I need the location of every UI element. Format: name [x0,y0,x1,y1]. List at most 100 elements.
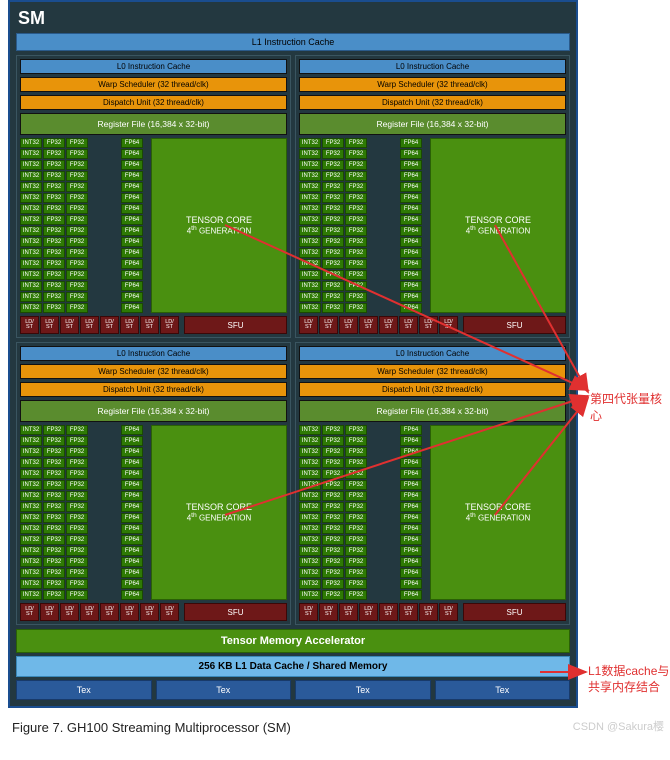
int32-core: INT32 [299,469,321,479]
fp32-core: FP32 [66,171,88,181]
fp32-core: FP32 [322,138,344,148]
watermark: CSDN @Sakura樱 [573,718,664,734]
sfu-unit: SFU [184,603,287,621]
fp64-core: FP64 [121,579,143,589]
fp32-core: FP32 [66,204,88,214]
ldst-row: LD/STLD/STLD/STLD/STLD/STLD/STLD/STLD/ST… [20,603,287,621]
fp64-core: FP64 [400,568,422,578]
register-file: Register File (16,384 x 32-bit) [20,400,287,422]
ldst-unit: LD/ST [20,316,39,334]
fp32-core: FP32 [66,292,88,302]
processing-partition: L0 Instruction CacheWarp Scheduler (32 t… [16,342,291,625]
int32-core: INT32 [299,535,321,545]
int32-core: INT32 [299,193,321,203]
fp64-core: FP64 [121,149,143,159]
fp32-core: FP32 [43,491,65,501]
fp64-core: FP64 [400,204,422,214]
fp32-core: FP32 [322,535,344,545]
int32-core: INT32 [299,149,321,159]
fp64-core: FP64 [121,546,143,556]
fp64-core: FP64 [400,171,422,181]
fp32-core: FP32 [43,480,65,490]
fp64-core: FP64 [121,480,143,490]
fp32-core: FP32 [43,171,65,181]
int32-core: INT32 [299,171,321,181]
fp32-core: FP32 [66,513,88,523]
fp64-core: FP64 [121,590,143,600]
int32-core: INT32 [299,226,321,236]
fp32-core: FP32 [66,502,88,512]
fp32-core: FP32 [66,149,88,159]
int32-core: INT32 [20,524,42,534]
fp64-core: FP64 [121,182,143,192]
fp32-core: FP32 [345,193,367,203]
int32-core: INT32 [299,303,321,313]
fp32-core: FP32 [322,171,344,181]
fp32-core: FP32 [322,557,344,567]
int32-core: INT32 [299,524,321,534]
fp32-core: FP32 [322,182,344,192]
fp32-core: FP32 [322,590,344,600]
fp32-core: FP32 [345,447,367,457]
ldst-unit: LD/ST [140,603,159,621]
fp64-core: FP64 [400,480,422,490]
fp32-core: FP32 [43,215,65,225]
ldst-unit: LD/ST [399,316,418,334]
tensor-core: TENSOR CORE4th GENERATION [430,425,566,600]
fp32-core: FP32 [322,270,344,280]
fp64-core: FP64 [400,579,422,589]
processing-partition: L0 Instruction Cache Warp Scheduler (32 t… [295,342,570,625]
int32-core: INT32 [299,425,321,435]
register-file: Register File (16,384 x 32-bit) [299,113,566,135]
fp64-core: FP64 [121,270,143,280]
fp32-core: FP32 [322,226,344,236]
fp64-core: FP64 [121,469,143,479]
fp32-core: FP32 [43,502,65,512]
fp32-core: FP32 [66,193,88,203]
fp64-core: FP64 [400,270,422,280]
fp64-core: FP64 [400,237,422,247]
fp64-core: FP64 [400,447,422,457]
fp32-core: FP32 [66,480,88,490]
fp32-core: FP32 [345,292,367,302]
fp32-core: FP32 [345,436,367,446]
fp32-core: FP32 [345,579,367,589]
int32-core: INT32 [20,502,42,512]
fp32-core: FP32 [43,193,65,203]
dispatch-unit: Dispatch Unit (32 thread/clk) [299,95,566,110]
warp-scheduler: Warp Scheduler (32 thread/clk) [299,364,566,379]
fp32-core: FP32 [345,480,367,490]
processing-partition: L0 Instruction CacheWarp Scheduler (32 t… [16,55,291,338]
fp32-core: FP32 [345,215,367,225]
fp64-core: FP64 [400,546,422,556]
fp32-core: FP32 [345,138,367,148]
int32-core: INT32 [20,171,42,181]
int32-core: INT32 [299,502,321,512]
fp32-core: FP32 [322,292,344,302]
fp32-core: FP32 [322,513,344,523]
fp32-core: FP32 [322,469,344,479]
annotation-l1d: L1数据cache与共享内存结合 [588,664,669,695]
ldst-row: LD/STLD/STLD/STLD/STLD/STLD/STLD/STLD/ST… [299,603,566,621]
fp32-core: FP32 [43,425,65,435]
fp64-core: FP64 [400,281,422,291]
fp32-core: FP32 [43,458,65,468]
fp32-core: FP32 [345,237,367,247]
l0-instruction-cache: L0 Instruction Cache [299,346,566,361]
fp64-core: FP64 [400,248,422,258]
int32-core: INT32 [20,590,42,600]
ldst-row: LD/STLD/STLD/STLD/STLD/STLD/STLD/STLD/ST… [299,316,566,334]
l0-instruction-cache: L0 Instruction Cache [20,346,287,361]
int32-core: INT32 [299,458,321,468]
int32-core: INT32 [299,292,321,302]
fp32-core: FP32 [43,149,65,159]
ldst-unit: LD/ST [339,603,358,621]
dispatch-unit: Dispatch Unit (32 thread/clk) [20,382,287,397]
fp32-core: FP32 [66,579,88,589]
fp32-core: FP32 [66,226,88,236]
fp32-core: FP32 [43,182,65,192]
fp32-core: FP32 [43,535,65,545]
fp32-core: FP32 [322,568,344,578]
fp32-core: FP32 [66,557,88,567]
fp32-core: FP32 [66,270,88,280]
